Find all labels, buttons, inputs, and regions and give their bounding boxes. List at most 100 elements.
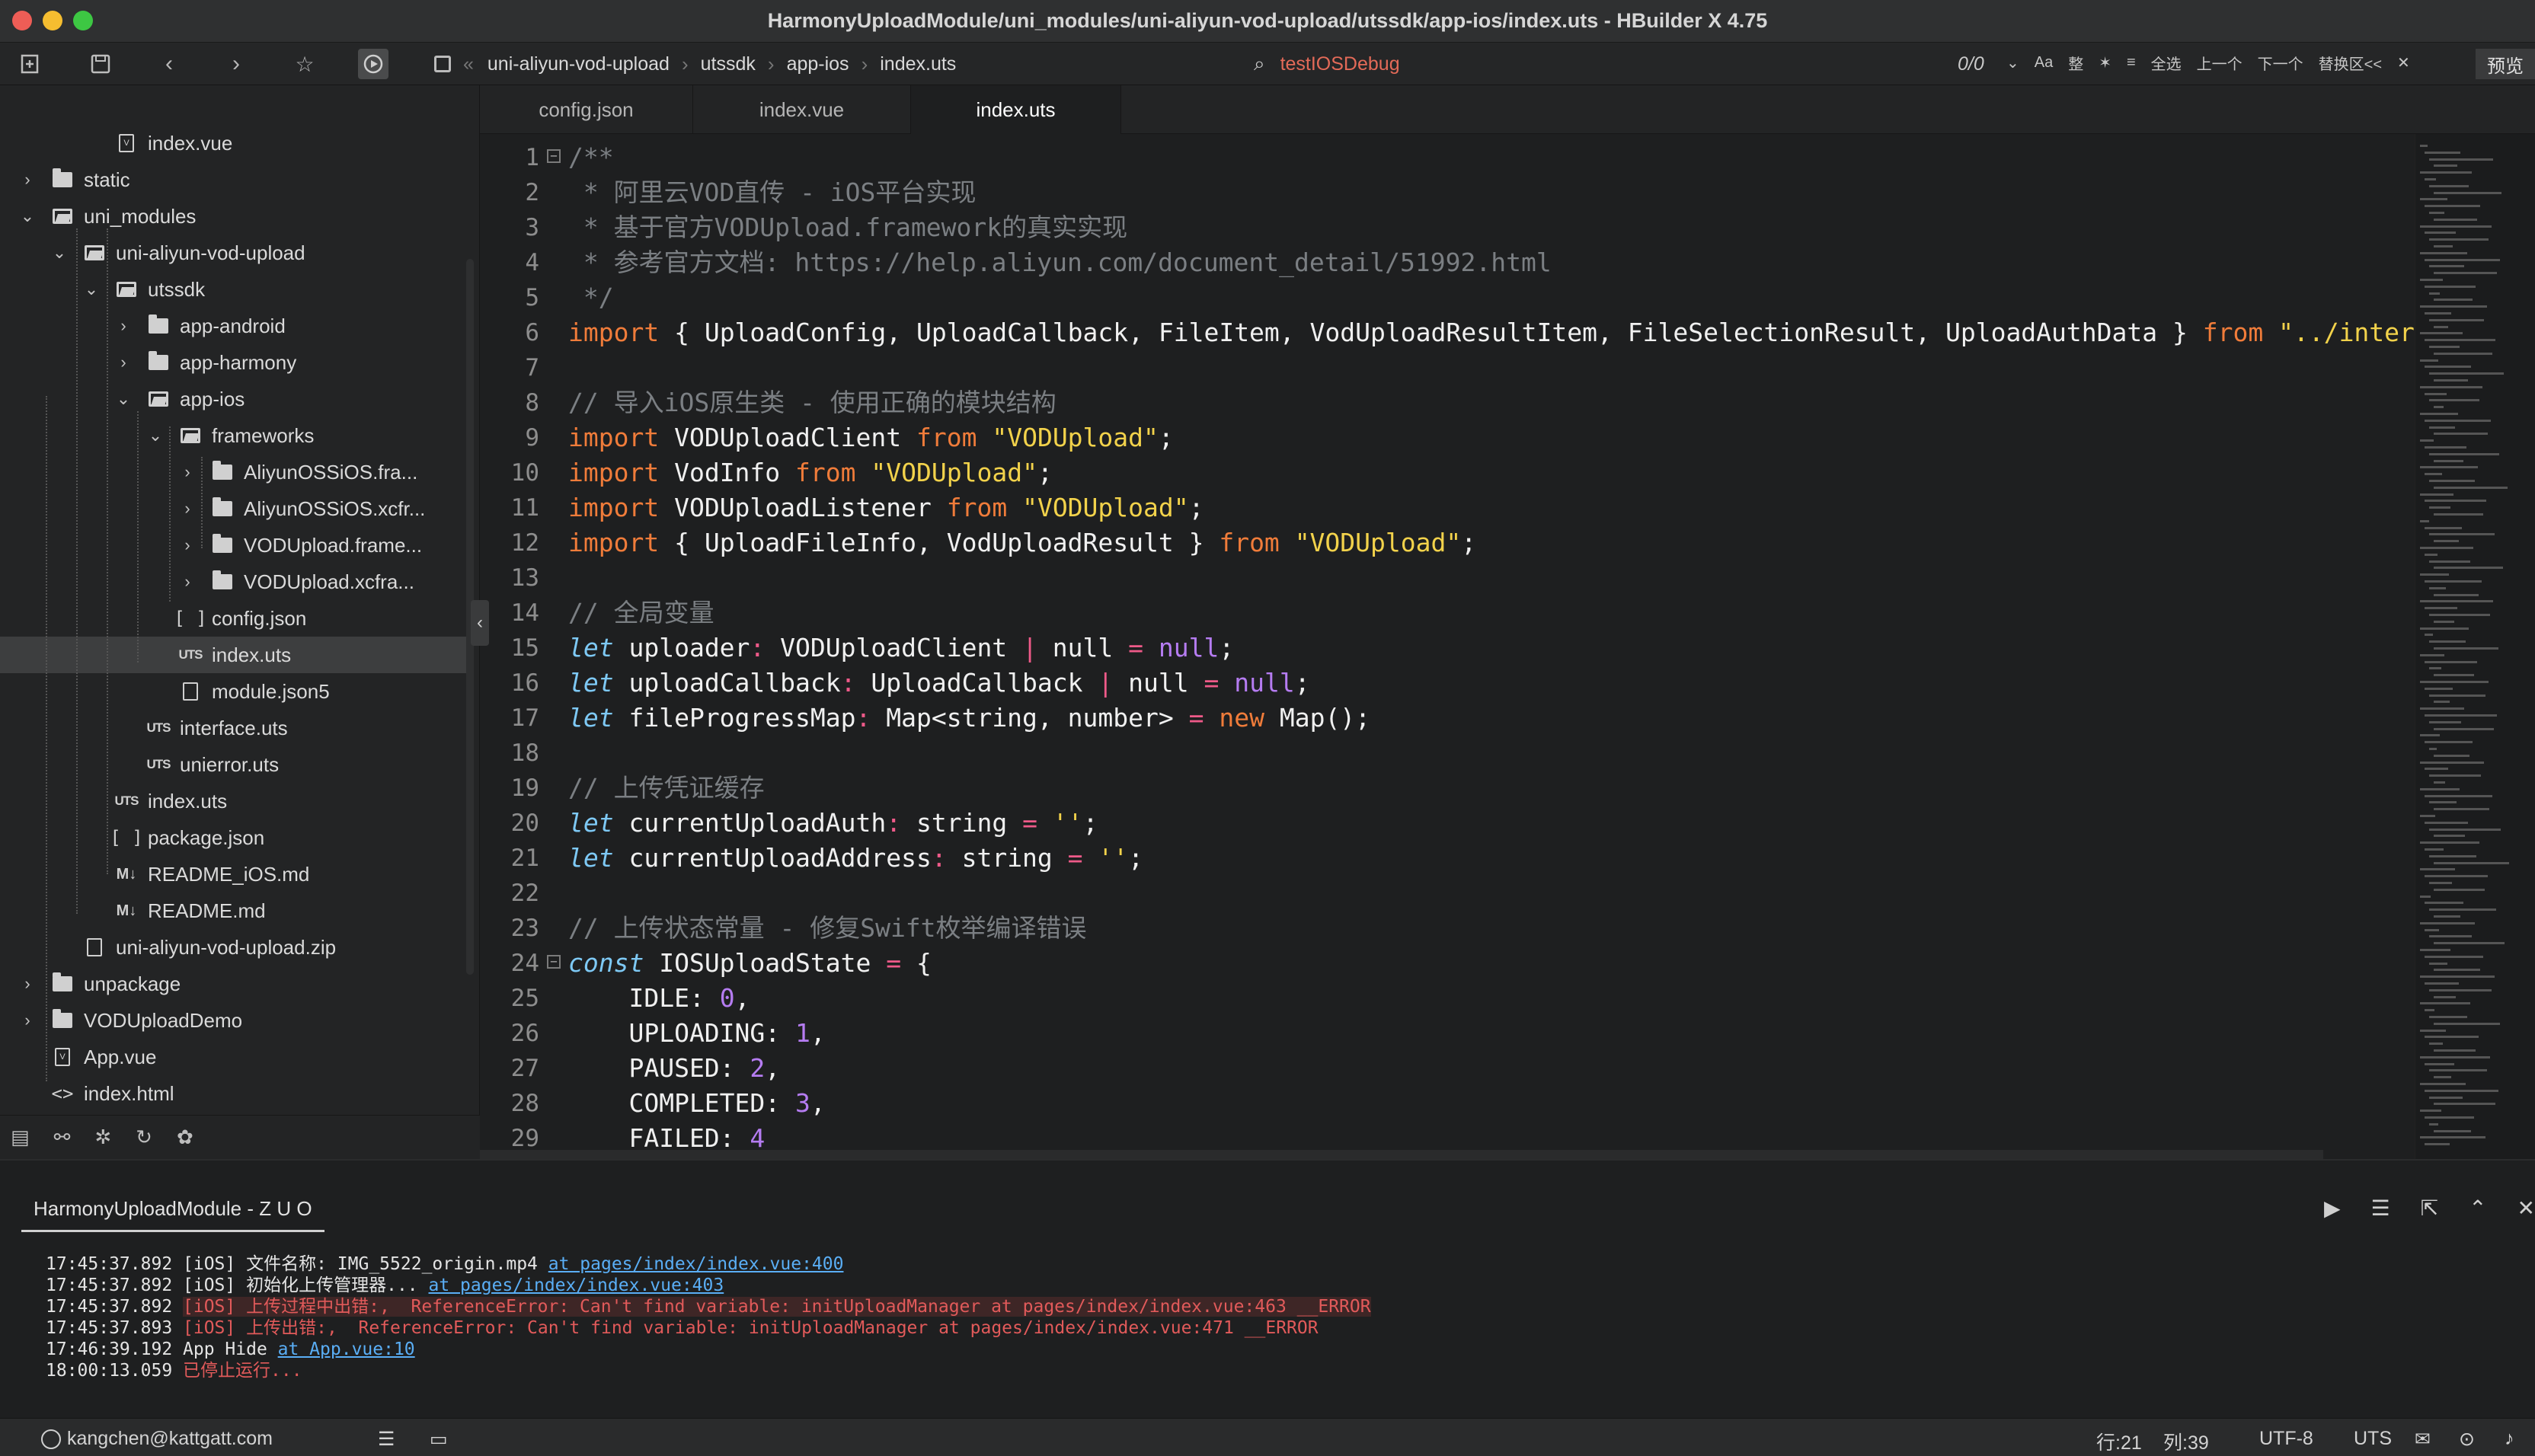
export-icon[interactable]: ⇱ (2421, 1196, 2438, 1221)
chevron-double-left-icon[interactable]: « (463, 53, 474, 75)
editor-horizontal-scrollbar[interactable] (480, 1150, 2323, 1159)
code-line[interactable]: 2 * 阿里云VOD直传 - iOS平台实现 (480, 175, 2415, 210)
sidebar-item[interactable]: M↓ README.md (0, 892, 466, 929)
tab-index-uts[interactable]: index.uts (911, 85, 1121, 134)
chevron-right-icon[interactable]: › (18, 170, 37, 190)
chevron-right-icon[interactable]: › (18, 974, 37, 994)
terminal-icon[interactable]: ▭ (430, 1428, 448, 1451)
chevron-right-icon[interactable]: › (178, 499, 197, 519)
whole-word-toggle[interactable]: 整 (2068, 52, 2083, 74)
code-line[interactable]: 18 (480, 736, 2415, 771)
find-in-selection-toggle[interactable]: ≡ (2127, 54, 2136, 72)
sidebar-item[interactable]: › unpackage (0, 966, 466, 1002)
code-line[interactable]: 9 import VODUploadClient from "VODUpload"… (480, 420, 2415, 455)
code-line[interactable]: 14// 全局变量 (480, 595, 2415, 631)
list-icon[interactable]: ☰ (378, 1428, 395, 1451)
code-minimap[interactable] (2415, 134, 2535, 1159)
code-line[interactable]: 19 // 上传凭证缓存 (480, 771, 2415, 806)
sidebar-item[interactable]: › VODUpload.frame... (0, 527, 466, 564)
filter-icon[interactable]: ☰ (2370, 1196, 2390, 1221)
breadcrumb-item[interactable]: app-ios (787, 53, 849, 75)
sidebar-item[interactable]: [ ] package.json (0, 819, 466, 856)
breadcrumb-item[interactable]: utssdk (701, 53, 756, 75)
sidebar-item[interactable]: UTS unierror.uts (0, 746, 466, 783)
select-all-button[interactable]: 全选 (2151, 52, 2182, 74)
sidebar-item[interactable]: M↓ README_iOS.md (0, 856, 466, 892)
code-line[interactable]: 4 * 参考官方文档: https://help.aliyun.com/docu… (480, 245, 2415, 280)
code-line[interactable]: 13 (480, 560, 2415, 595)
code-line[interactable]: 17 let fileProgressMap: Map<string, numbe… (480, 701, 2415, 736)
code-line[interactable]: 22 (480, 876, 2415, 911)
sidebar-item[interactable]: UTS index.uts (0, 637, 466, 673)
sidebar-item[interactable]: › AliyunOSSiOS.fra... (0, 454, 466, 490)
chevron-right-icon[interactable]: › (114, 353, 133, 372)
bell-icon[interactable]: ♪ (2505, 1428, 2514, 1450)
sidebar-item[interactable]: ⌄ frameworks (0, 417, 466, 454)
sidebar-item[interactable]: uni-aliyun-vod-upload.zip (0, 929, 466, 966)
find-next-button[interactable]: 下一个 (2258, 52, 2303, 74)
plugin-icon[interactable]: ✿ (177, 1126, 193, 1149)
bookmark-button[interactable]: ☆ (289, 49, 320, 79)
code-line[interactable]: 6 import { UploadConfig, UploadCallback, … (480, 315, 2415, 350)
chevron-up-icon[interactable]: ⌃ (2469, 1196, 2486, 1221)
find-previous-button[interactable]: 上一个 (2197, 52, 2242, 74)
play-icon[interactable]: ▶ (2324, 1196, 2341, 1221)
breadcrumb-item[interactable]: index.uts (880, 53, 956, 75)
code-line[interactable]: 21 let currentUploadAddress: string = ''; (480, 841, 2415, 876)
explorer-icon[interactable]: ▤ (11, 1126, 30, 1149)
chat-icon[interactable]: ✉ (2415, 1428, 2431, 1451)
code-line[interactable]: 16 let uploadCallback: UploadCallback | n… (480, 666, 2415, 701)
close-icon[interactable]: ✕ (2517, 1196, 2535, 1221)
save-button[interactable] (85, 49, 116, 79)
sidebar-item[interactable]: › VODUploadDemo (0, 1002, 466, 1039)
chevron-down-icon[interactable]: ⌄ (2006, 53, 2019, 72)
sidebar-item[interactable]: › static (0, 161, 466, 198)
match-case-toggle[interactable]: Aa (2035, 54, 2053, 72)
code-line[interactable]: 15 let uploader: VODUploadClient | null =… (480, 631, 2415, 666)
sidebar-item[interactable]: module.json5 (0, 673, 466, 710)
sidebar-item[interactable]: UTS interface.uts (0, 710, 466, 746)
run-button[interactable] (358, 49, 388, 79)
cursor-column[interactable]: 列:39 (2163, 1428, 2209, 1455)
code-line[interactable]: 27 PAUSED: 2, (480, 1051, 2415, 1086)
fold-toggle-icon[interactable]: − (547, 149, 561, 163)
sidebar-item[interactable]: › app-harmony (0, 344, 466, 381)
download-icon[interactable]: ⊙ (2459, 1428, 2475, 1451)
run-target-selector[interactable]: ⌕ testIOSDebug (1254, 52, 1400, 76)
chevron-right-icon[interactable]: › (114, 316, 133, 336)
code-line[interactable]: 7 (480, 350, 2415, 385)
chevron-right-icon[interactable]: › (18, 1011, 37, 1030)
code-line[interactable]: 20 let currentUploadAuth: string = ''; (480, 806, 2415, 841)
tab-config-json[interactable]: config.json (480, 85, 693, 134)
console-tab[interactable]: HarmonyUploadModule - Z U O (21, 1193, 324, 1232)
refresh-icon[interactable]: ↻ (136, 1126, 152, 1149)
chevron-down-icon[interactable]: ⌄ (82, 279, 101, 299)
language-selector[interactable]: UTS (2354, 1428, 2392, 1450)
code-line[interactable]: 11 import VODUploadListener from "VODUplo… (480, 490, 2415, 525)
chevron-right-icon[interactable]: › (178, 535, 197, 555)
code-line[interactable]: 8 // 导入iOS原生类 - 使用正确的模块结构 (480, 385, 2415, 420)
sidebar-item[interactable]: <> index.html (0, 1075, 466, 1112)
sidebar-item[interactable]: ⌄ uni-aliyun-vod-upload (0, 235, 466, 271)
breadcrumb-item[interactable]: uni-aliyun-vod-upload (488, 53, 670, 75)
back-button[interactable]: ‹ (154, 49, 184, 79)
sidebar-item[interactable]: ⌄ utssdk (0, 271, 466, 308)
code-line[interactable]: 5 */ (480, 280, 2415, 315)
encoding-selector[interactable]: UTF-8 (2259, 1428, 2313, 1450)
code-line[interactable]: 1−/** (480, 140, 2415, 175)
tab-index-vue[interactable]: index.vue (693, 85, 911, 134)
code-editor[interactable]: 1−/** 2 * 阿里云VOD直传 - iOS平台实现 3 * 基于官方VODUp… (480, 134, 2415, 1159)
code-line[interactable]: 25 IDLE: 0, (480, 981, 2415, 1016)
close-find-button[interactable]: ✕ (2397, 53, 2410, 72)
code-line[interactable]: 3 * 基于官方VODUpload.framework的真实实现 (480, 210, 2415, 245)
code-line[interactable]: 24− const IOSUploadState = { (480, 946, 2415, 981)
sidebar-item[interactable]: Vindex.vue (0, 125, 466, 161)
binoculars-icon[interactable]: ⚯ (54, 1126, 71, 1149)
code-line[interactable]: 28 COMPLETED: 3, (480, 1086, 2415, 1121)
sidebar-item[interactable]: › AliyunOSSiOS.xcfr... (0, 490, 466, 527)
sidebar-item[interactable]: [ ] config.json (0, 600, 466, 637)
cursor-line[interactable]: 行:21 (2096, 1428, 2142, 1455)
chevron-down-icon[interactable]: ⌄ (146, 426, 165, 445)
chevron-right-icon[interactable]: › (178, 572, 197, 592)
fold-toggle-icon[interactable]: − (547, 955, 561, 969)
